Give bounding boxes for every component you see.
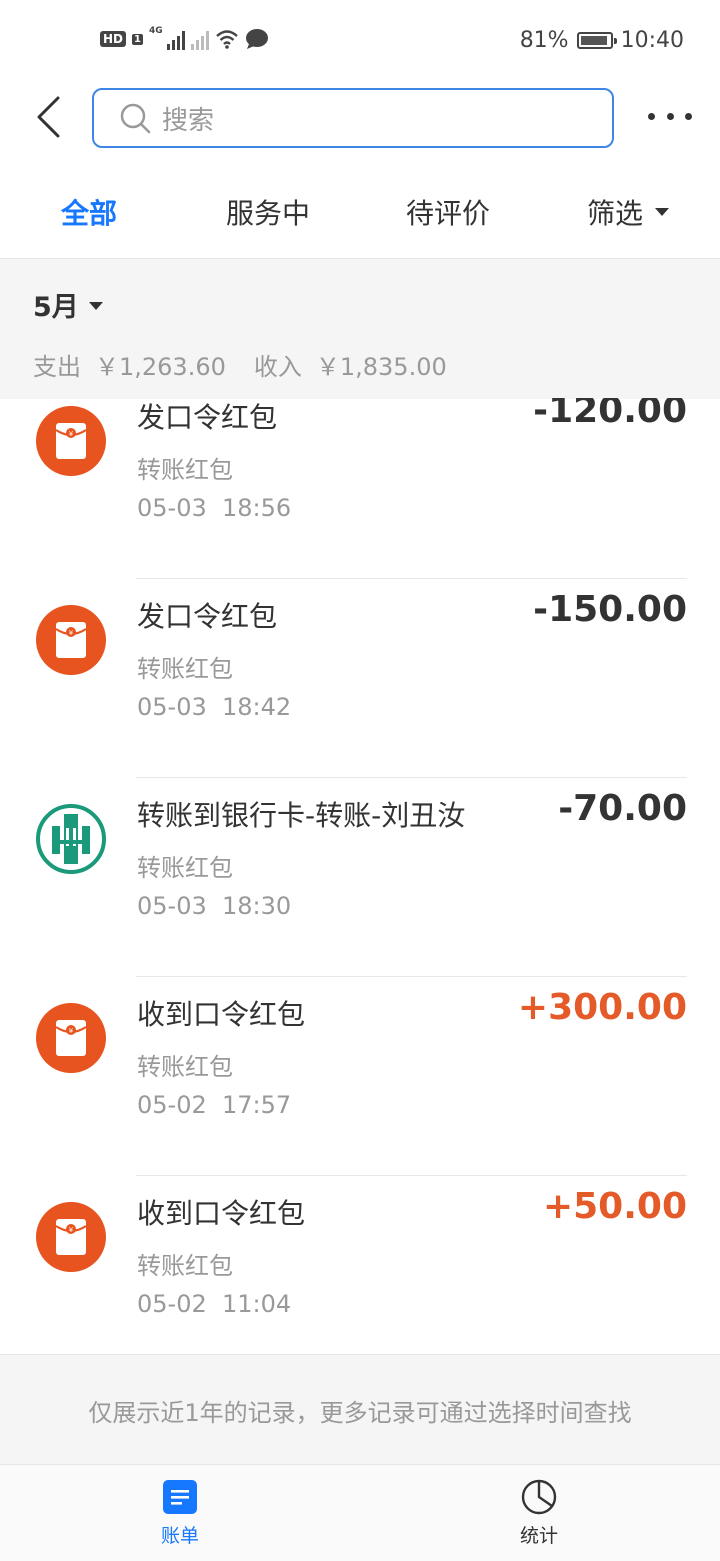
transaction-datetime: 05-02 17:57 <box>137 1091 291 1119</box>
filter-label: 筛选 <box>587 197 644 230</box>
month-label: 5月 <box>33 292 79 323</box>
transaction-date: 05-03 <box>137 892 207 920</box>
caret-down-icon <box>655 208 670 216</box>
sim-indicator: 1 <box>132 33 143 45</box>
expense-label: 支出 <box>33 353 81 381</box>
transaction-title: 收到口令红包 <box>137 998 306 1031</box>
transaction-datetime: 05-03 18:42 <box>137 693 291 721</box>
svg-text:¥: ¥ <box>69 629 74 637</box>
red-packet-icon: ¥ <box>36 406 106 476</box>
transaction-subtitle: 转账红包 <box>137 1252 233 1280</box>
transaction-icon: ¥ <box>36 605 106 675</box>
status-icons-right: 81% 10:40 <box>520 28 684 53</box>
transaction-item[interactable]: ¥ 发口令红包转账红包 05-03 18:42 -150.00 <box>0 579 720 778</box>
transaction-datetime: 05-03 18:30 <box>137 892 291 920</box>
transaction-title: 发口令红包 <box>137 600 278 633</box>
filter-tabs: 全部 服务中 待评价 筛选 <box>0 178 720 248</box>
caret-down-icon <box>88 301 103 310</box>
pie-chart-icon <box>521 1479 557 1515</box>
transaction-list-inner: ¥ 发口令红包 转账红包 05-03 18:56 -120.00 ¥ 发口令红包 转账红… <box>0 398 720 1354</box>
wifi-icon <box>215 30 238 49</box>
transaction-time: 18:30 <box>222 892 292 920</box>
tab-to-review[interactable]: 待评价 <box>406 192 490 232</box>
income-value: ￥1,835.00 <box>315 353 447 381</box>
abc-bank-icon <box>36 804 106 874</box>
transaction-icon <box>36 804 106 874</box>
transaction-amount: -70.00 <box>558 788 687 829</box>
search-input[interactable]: 搜索 <box>92 88 614 148</box>
transaction-date: 05-03 <box>137 494 207 522</box>
bottom-nav: 账单 统计 <box>0 1464 720 1561</box>
transaction-date: 05-03 <box>137 693 207 721</box>
transaction-title: 收到口令红包 <box>137 1197 306 1230</box>
nav-bill-label: 账单 <box>160 1525 199 1547</box>
income-label: 收入 <box>253 353 302 381</box>
status-icons-left: HD 1 4G <box>100 26 269 50</box>
red-packet-icon: ¥ <box>36 1003 106 1073</box>
transaction-date: 05-02 <box>137 1290 207 1318</box>
status-bar: HD 1 4G 81% 10:40 <box>0 0 720 84</box>
nav-bill[interactable]: 账单 <box>120 1479 240 1548</box>
transaction-item[interactable]: 转账到银行卡-转账-刘丑汝转账红包 05-03 18:30 -70.00 <box>0 778 720 977</box>
transaction-title: 发口令红包 <box>137 401 278 434</box>
hd-indicator: HD <box>100 31 127 47</box>
transaction-datetime: 05-02 11:04 <box>137 1290 291 1318</box>
transaction-item[interactable]: ¥ 发口令红包转账红包 05-03 18:56 -120.00 <box>0 398 720 579</box>
transaction-item[interactable]: ¥ 收到口令红包转账红包 05-02 17:57 +300.00 <box>0 977 720 1176</box>
transaction-datetime: 05-03 18:56 <box>137 494 291 522</box>
nav-statistics[interactable]: 统计 <box>479 1479 599 1548</box>
transaction-amount: -150.00 <box>533 589 687 630</box>
svg-text:¥: ¥ <box>69 1226 74 1234</box>
tab-all[interactable]: 全部 <box>61 192 117 232</box>
red-packet-icon: ¥ <box>36 605 106 675</box>
tab-in-service[interactable]: 服务中 <box>226 192 310 232</box>
transaction-time: 18:42 <box>222 693 292 721</box>
clock: 10:40 <box>620 28 684 53</box>
month-summary: 5月 支出 ￥1,263.60 收入 ￥1,835.00 <box>0 258 720 399</box>
month-selector[interactable]: 5月 <box>33 285 103 324</box>
search-icon <box>120 103 151 134</box>
transaction-item[interactable]: ¥ 收到口令红包转账红包 05-02 11:04 +50.00 <box>0 1176 720 1354</box>
tab-filter[interactable]: 筛选 <box>587 192 670 232</box>
transaction-time: 18:56 <box>222 494 292 522</box>
nav-statistics-label: 统计 <box>519 1525 558 1547</box>
transaction-date: 05-02 <box>137 1091 207 1119</box>
transaction-amount: -120.00 <box>533 398 687 431</box>
transaction-icon: ¥ <box>36 406 106 476</box>
svg-text:¥: ¥ <box>69 430 74 438</box>
transaction-subtitle: 转账红包 <box>137 456 233 484</box>
search-placeholder: 搜索 <box>162 105 215 136</box>
transaction-icon: ¥ <box>36 1003 106 1073</box>
signal-icon <box>166 28 185 50</box>
transaction-amount: +50.00 <box>542 1186 687 1227</box>
transaction-amount: +300.00 <box>517 987 687 1028</box>
expense-value: ￥1,263.60 <box>95 353 226 381</box>
transaction-icon: ¥ <box>36 1202 106 1272</box>
records-note: 仅展示近1年的记录，更多记录可通过选择时间查找 <box>0 1354 720 1465</box>
transaction-list: ¥ 发口令红包 转账红包 05-03 18:56 -120.00 ¥ 发口令红包 转账红… <box>0 398 720 1354</box>
transaction-subtitle: 转账红包 <box>137 655 233 683</box>
battery-icon <box>576 32 617 49</box>
signal-secondary-icon <box>190 28 209 50</box>
red-packet-icon: ¥ <box>36 1202 106 1272</box>
transaction-time: 11:04 <box>222 1290 292 1318</box>
transaction-title: 转账到银行卡-转账-刘丑汝 <box>137 799 466 832</box>
header: 搜索 <box>0 84 720 154</box>
message-icon <box>245 29 268 49</box>
transaction-subtitle: 转账红包 <box>137 1053 233 1081</box>
network-type: 4G <box>148 26 163 36</box>
bill-icon <box>163 1480 197 1514</box>
battery-percent: 81% <box>519 28 569 53</box>
transaction-time: 17:57 <box>222 1091 292 1119</box>
more-options-icon[interactable] <box>648 104 692 128</box>
back-icon[interactable] <box>30 94 70 140</box>
transaction-subtitle: 转账红包 <box>137 854 233 882</box>
records-note-text: 仅展示近1年的记录，更多记录可通过选择时间查找 <box>88 1399 632 1427</box>
svg-text:¥: ¥ <box>69 1027 74 1035</box>
month-totals: 支出 ￥1,263.60 收入 ￥1,835.00 <box>33 347 461 382</box>
